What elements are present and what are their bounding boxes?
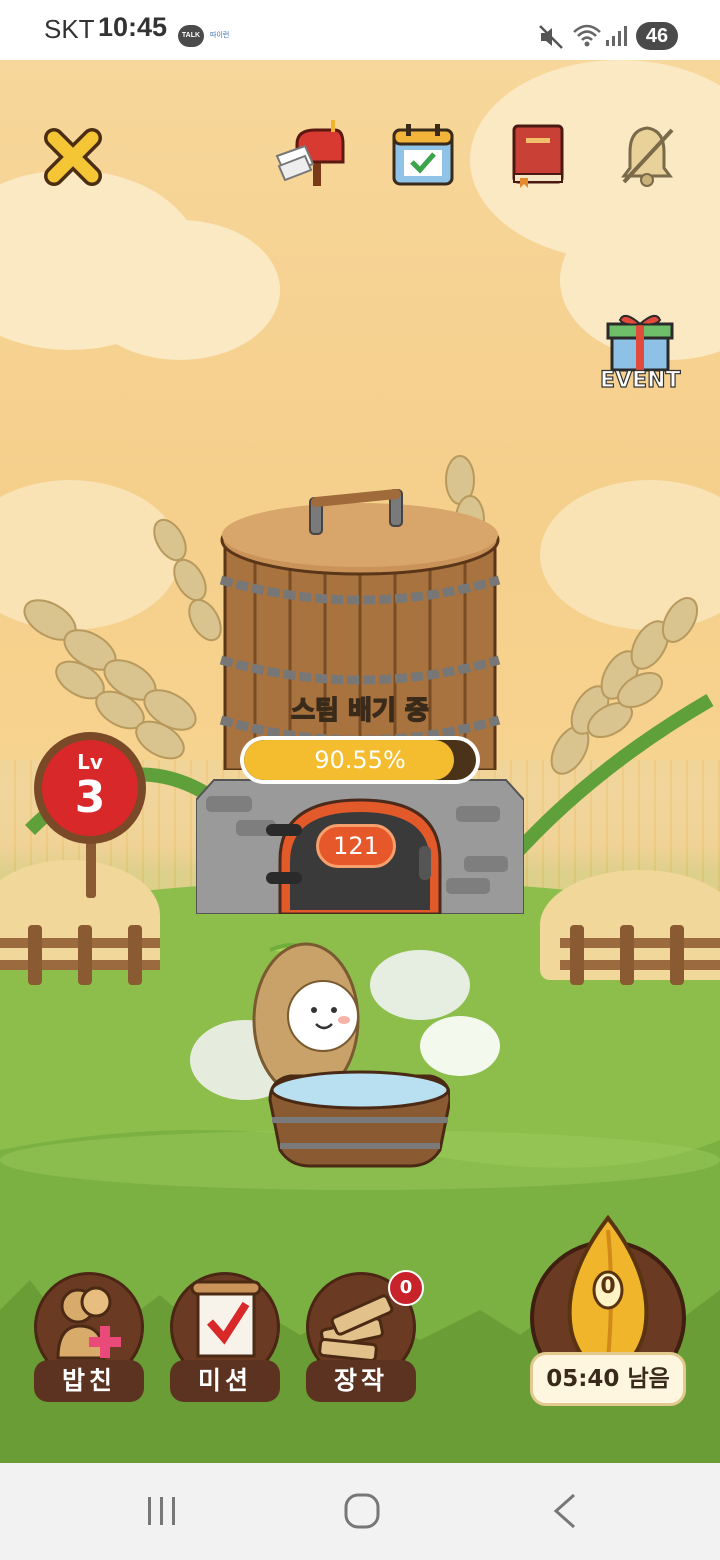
- bell-muted-icon: [621, 126, 674, 187]
- mute-icon: [539, 25, 563, 49]
- rice-character: [252, 942, 450, 1168]
- mailbox-icon: [275, 120, 345, 186]
- kakaotalk-notification-icon: TALK: [178, 25, 204, 47]
- calendar-icon: [392, 124, 454, 186]
- clock: 10:45: [98, 12, 168, 42]
- event-label: EVENT: [599, 367, 681, 393]
- signal-icon: [606, 26, 627, 46]
- cloud: [80, 220, 280, 360]
- mission-button[interactable]: 미션: [170, 1272, 280, 1406]
- status-bar: SKT 10:45 TALK 따이런 46: [0, 0, 720, 60]
- harvest-timer: 05:40 남음: [530, 1352, 686, 1406]
- home-icon[interactable]: [342, 1491, 382, 1531]
- notification-toggle-button[interactable]: [616, 122, 686, 192]
- battery-indicator: 46: [636, 22, 678, 50]
- book-icon: [512, 124, 564, 188]
- android-nav-bar: [0, 1463, 720, 1560]
- mission-label: 미션: [170, 1360, 280, 1402]
- progress-bar: 90.55%: [240, 736, 480, 784]
- firewood-count-badge: 0: [388, 1270, 424, 1306]
- carrier-label: SKT: [44, 14, 95, 44]
- wheat-stalk-right: [504, 597, 714, 865]
- notification-app-label: 따이런: [210, 32, 230, 39]
- game-scene[interactable]: EVENT Lv 3 121 스팀 배기 중 90.55% 밥친 미션 0 장작…: [0, 60, 720, 1463]
- gift-icon: [606, 314, 674, 372]
- steam-status-label: 스팀 배기 중: [290, 695, 429, 727]
- level-sign: Lv 3: [34, 732, 146, 900]
- recent-apps-icon[interactable]: [144, 1493, 180, 1529]
- firewood-label: 장작: [306, 1360, 416, 1402]
- progress-track: 90.55%: [244, 740, 476, 780]
- close-icon: [44, 128, 102, 186]
- event-button[interactable]: EVENT: [599, 310, 681, 400]
- friends-button[interactable]: 밥친: [34, 1272, 144, 1406]
- add-friend-icon: [56, 1286, 121, 1360]
- firewood-button[interactable]: 0 장작: [306, 1270, 424, 1406]
- mailbox-button[interactable]: [275, 118, 345, 188]
- seed-counter: 0: [600, 1274, 616, 1299]
- friends-label: 밥친: [34, 1360, 144, 1402]
- oven-heat-value: 121: [316, 824, 396, 868]
- fence: [0, 925, 160, 985]
- fence: [560, 925, 720, 985]
- back-icon[interactable]: [548, 1491, 582, 1531]
- mission-scroll-icon: [190, 1280, 262, 1358]
- rice-character-bath[interactable]: [190, 940, 510, 1170]
- level-prefix: Lv: [77, 750, 103, 774]
- calendar-button[interactable]: [390, 122, 460, 192]
- book-button[interactable]: [506, 122, 576, 192]
- progress-percent: 90.55%: [314, 746, 406, 774]
- level-value: 3: [74, 772, 106, 823]
- wifi-icon: [573, 24, 601, 47]
- close-button[interactable]: [38, 122, 108, 192]
